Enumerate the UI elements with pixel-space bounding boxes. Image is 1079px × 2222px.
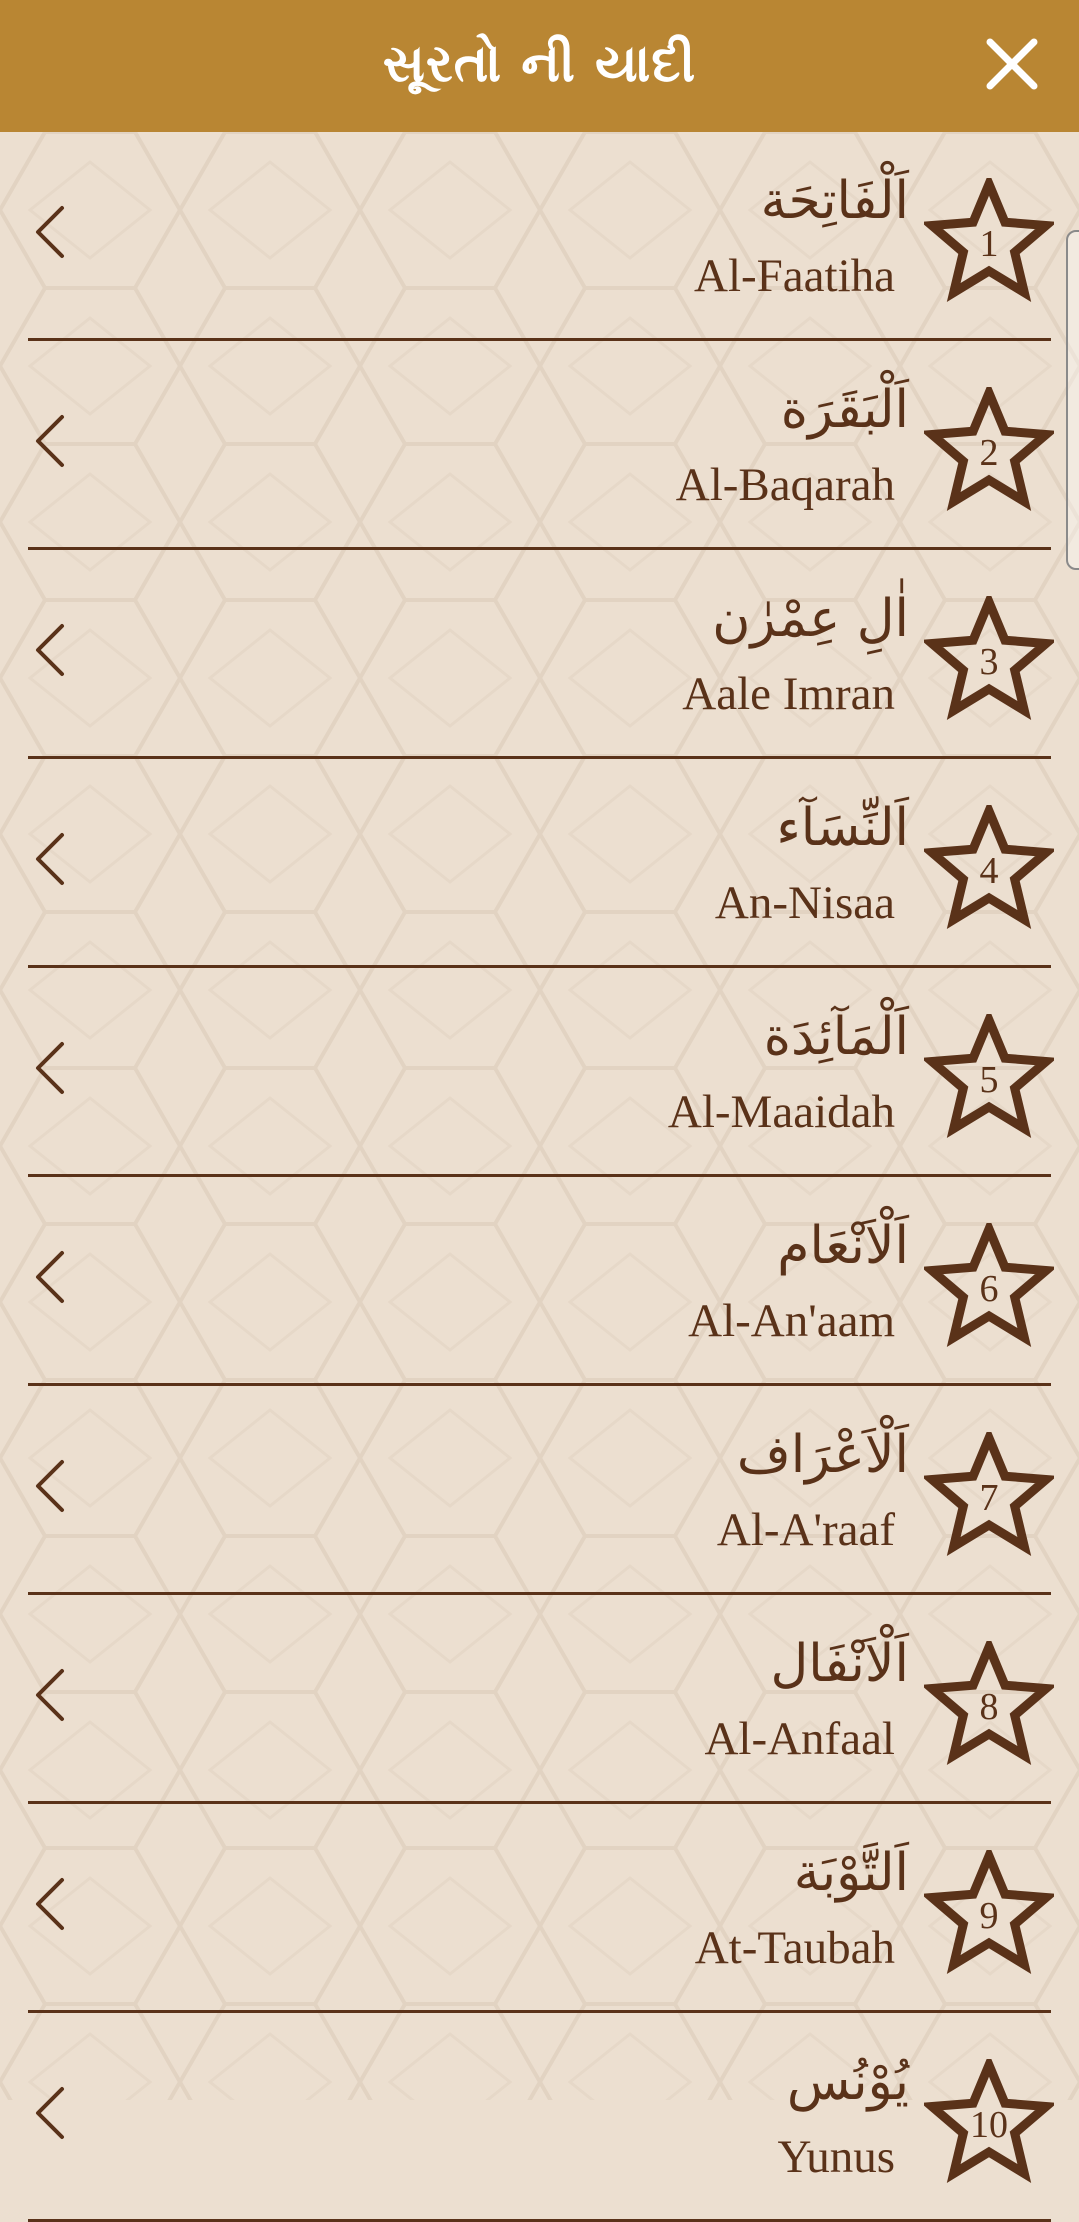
surah-row[interactable]: اَلتَّوْبَة At-Taubah 9 xyxy=(0,1804,1079,2013)
surah-name: At-Taubah xyxy=(694,1922,895,1974)
surah-number: 1 xyxy=(979,223,999,265)
surah-row[interactable]: اَلْبَقَرَة Al-Baqarah 2 xyxy=(0,341,1079,550)
surah-arabic-name: يُوْنُس xyxy=(786,2052,909,2112)
surah-number: 9 xyxy=(979,1895,999,1937)
app-header: સૂરતો ની યાદી xyxy=(0,0,1079,132)
chevron-left-icon xyxy=(28,1038,72,1098)
surah-name: Aale Imran xyxy=(682,668,895,720)
chevron-left-icon xyxy=(28,1874,72,1934)
chevron-left-icon xyxy=(28,1456,72,1516)
surah-name: Al-An'aam xyxy=(688,1295,895,1347)
surah-number: 10 xyxy=(970,2104,1008,2146)
surah-row[interactable]: اَلنِّسَآء An-Nisaa 4 xyxy=(0,759,1079,968)
surah-arabic-name: اَلْفَاتِحَة xyxy=(760,171,909,231)
surah-arabic-name: اَلْاَنْفَال xyxy=(770,1634,909,1694)
surah-row[interactable]: اَلْفَاتِحَة Al-Faatiha 1 xyxy=(0,132,1079,341)
surah-arabic-name: اٰلِ عِمْرٰن xyxy=(712,589,909,649)
chevron-left-icon xyxy=(28,1665,72,1725)
surah-name: Yunus xyxy=(777,2131,895,2183)
surah-row[interactable]: اَلْاَعْرَاف Al-A'raaf 7 xyxy=(0,1386,1079,1595)
chevron-left-icon xyxy=(28,411,72,471)
surah-number: 8 xyxy=(979,1686,999,1728)
surah-number: 7 xyxy=(979,1477,999,1519)
close-button[interactable] xyxy=(980,32,1044,96)
surah-row[interactable]: يُوْنُس Yunus 10 xyxy=(0,2013,1079,2222)
surah-row[interactable]: اَلْاَنْفَال Al-Anfaal 8 xyxy=(0,1595,1079,1804)
surah-number: 5 xyxy=(979,1059,999,1101)
scrollbar-thumb[interactable] xyxy=(1066,230,1079,570)
chevron-left-icon xyxy=(28,2083,72,2143)
page-title: સૂરતો ની યાદી xyxy=(382,34,697,94)
chevron-left-icon xyxy=(28,829,72,889)
surah-name: Al-Baqarah xyxy=(675,459,895,511)
surah-arabic-name: اَلْاَعْرَاف xyxy=(736,1425,909,1485)
surah-number: 6 xyxy=(979,1268,999,1310)
surah-arabic-name: اَلْاَنْعَام xyxy=(777,1216,909,1276)
surah-list: اَلْفَاتِحَة Al-Faatiha 1 اَلْبَقَرَة Al-Baq… xyxy=(0,132,1079,2222)
surah-row[interactable]: اَلْمَآئِدَة Al-Maaidah 5 xyxy=(0,968,1079,1177)
surah-arabic-name: اَلتَّوْبَة xyxy=(793,1843,909,1903)
chevron-left-icon xyxy=(28,1247,72,1307)
surah-name: Al-Maaidah xyxy=(667,1086,895,1138)
surah-name: Al-Faatiha xyxy=(694,250,895,302)
surah-number: 4 xyxy=(979,850,999,892)
surah-number: 3 xyxy=(979,641,999,683)
surah-number: 2 xyxy=(979,432,999,474)
surah-row[interactable]: اَلْاَنْعَام Al-An'aam 6 xyxy=(0,1177,1079,1386)
surah-name: Al-Anfaal xyxy=(704,1713,895,1765)
chevron-left-icon xyxy=(28,202,72,262)
surah-row[interactable]: اٰلِ عِمْرٰن Aale Imran 3 xyxy=(0,550,1079,759)
chevron-left-icon xyxy=(28,620,72,680)
close-icon xyxy=(986,38,1038,90)
surah-arabic-name: اَلنِّسَآء xyxy=(776,798,909,858)
surah-arabic-name: اَلْمَآئِدَة xyxy=(763,1007,909,1067)
surah-name: Al-A'raaf xyxy=(716,1504,895,1556)
surah-name: An-Nisaa xyxy=(714,877,895,929)
surah-arabic-name: اَلْبَقَرَة xyxy=(780,380,909,440)
